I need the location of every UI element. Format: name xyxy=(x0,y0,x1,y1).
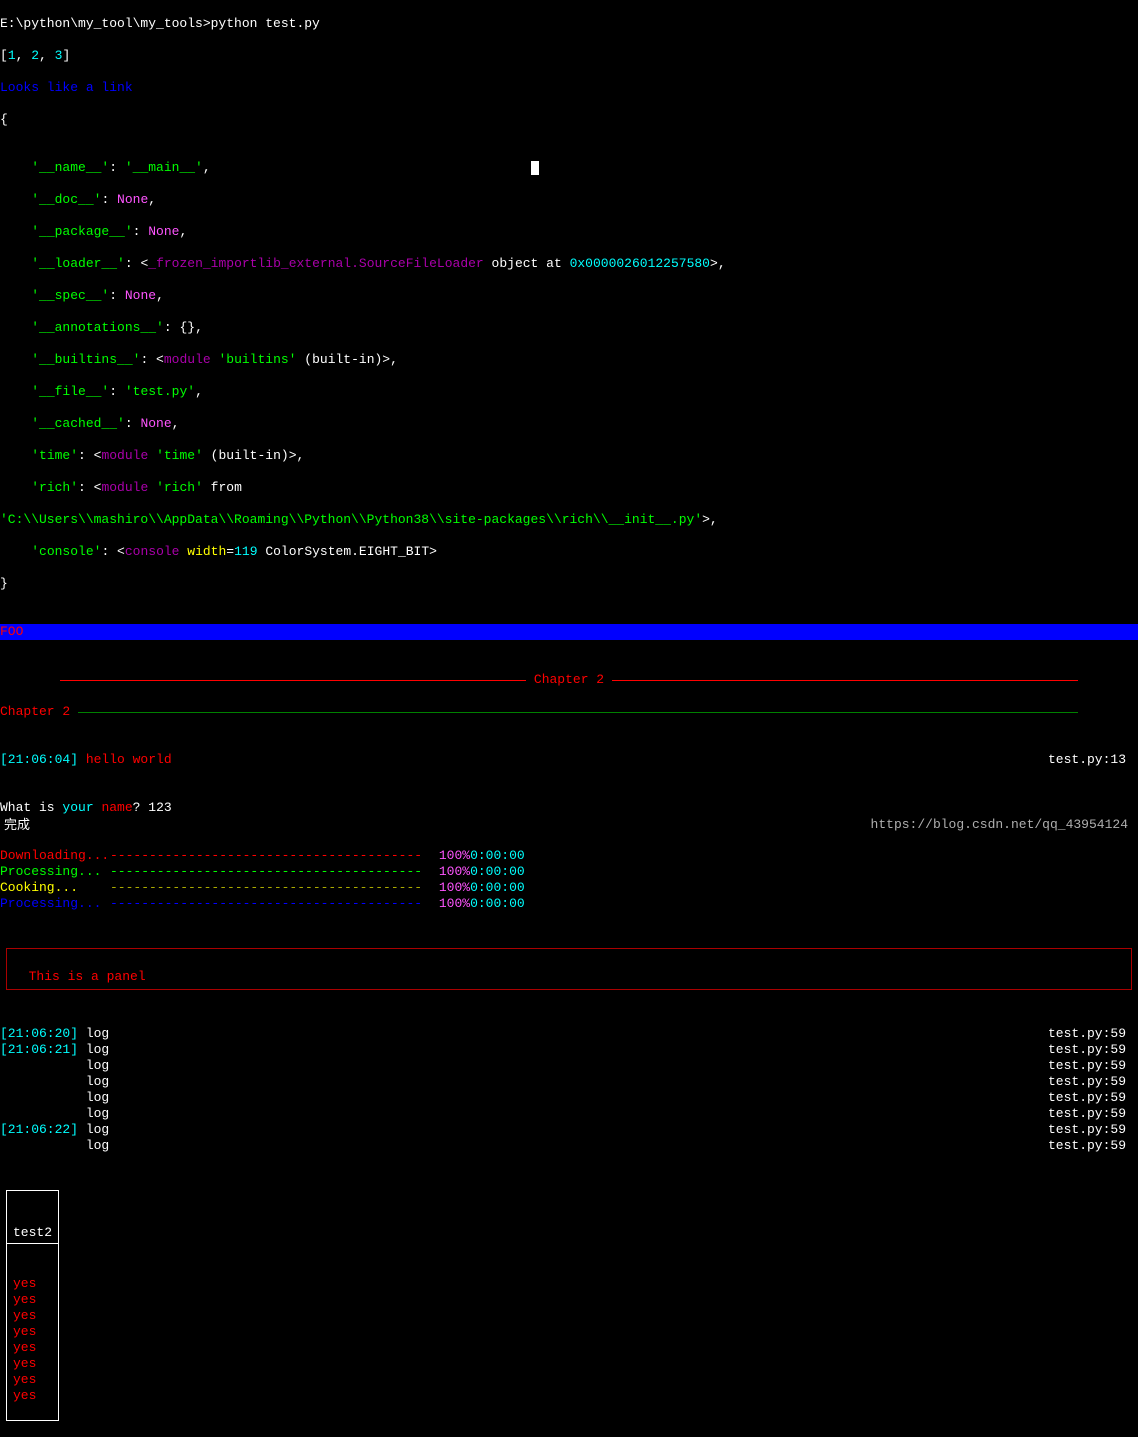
log-hello: [21:06:04] hello world test.py:13 xyxy=(0,752,1138,768)
rule-chapter-center: Chapter 2 xyxy=(0,672,1138,688)
log-msg: log xyxy=(86,1090,109,1105)
log-msg: log xyxy=(86,1106,109,1121)
dict-row-rich: 'rich': <module 'rich' from xyxy=(0,480,1138,496)
brace-open: { xyxy=(0,112,1138,128)
log-msg: log xyxy=(86,1058,109,1073)
log-src: test.py:59 xyxy=(1048,1106,1126,1122)
watermark: https://blog.csdn.net/qq_43954124 xyxy=(871,817,1128,833)
table-row: yes xyxy=(7,1340,58,1356)
rule-chapter-left: Chapter 2 xyxy=(0,704,1138,720)
log-src: test.py:59 xyxy=(1048,1074,1126,1090)
log-ts: [21:06:20] xyxy=(0,1026,78,1041)
progress-pct: 100% xyxy=(422,848,470,864)
log-row: [21:06:20] log test.py:59 xyxy=(0,1026,1138,1042)
log-row: log test.py:59 xyxy=(0,1090,1138,1106)
link-line: Looks like a link xyxy=(0,80,1138,96)
log-ts-pad xyxy=(0,1058,86,1073)
progress-block: Downloading... -------------------------… xyxy=(0,848,1138,912)
table-row: yes xyxy=(7,1388,58,1404)
log-block: [21:06:20] log test.py:59 [21:06:21] log te… xyxy=(0,1026,1138,1154)
log-msg: log xyxy=(86,1122,109,1137)
dict-row-name: '__name__': '__main__', xyxy=(0,160,1138,176)
dict-row-doc: '__doc__': None, xyxy=(0,192,1138,208)
dict-row-cached: '__cached__': None, xyxy=(0,416,1138,432)
progress-label: Downloading... xyxy=(0,848,110,864)
progress-label: Cooking... xyxy=(0,880,110,896)
log-src: test.py:59 xyxy=(1048,1090,1126,1106)
cursor-icon xyxy=(531,161,539,175)
log-row: log test.py:59 xyxy=(0,1138,1138,1154)
dict-row-rich-path: 'C:\\Users\\mashiro\\AppData\\Roaming\\P… xyxy=(0,512,1138,528)
progress-row: Downloading... -------------------------… xyxy=(0,848,1138,864)
log-row: log test.py:59 xyxy=(0,1058,1138,1074)
progress-time: 0:00:00 xyxy=(470,848,525,864)
brace-close: } xyxy=(0,576,1138,592)
table-row: yes xyxy=(7,1276,58,1292)
progress-row: Processing... --------------------------… xyxy=(0,864,1138,880)
dict-row-spec: '__spec__': None, xyxy=(0,288,1138,304)
progress-label: Processing... xyxy=(0,896,110,912)
prompt-question: What is your name? 123 xyxy=(0,800,1138,816)
log-src: test.py:59 xyxy=(1048,1058,1126,1074)
log-src: test.py:59 xyxy=(1048,1138,1126,1154)
log-row: log test.py:59 xyxy=(0,1074,1138,1090)
log-ts: [21:06:22] xyxy=(0,1122,78,1137)
log-ts: [21:06:21] xyxy=(0,1042,78,1057)
table-row: yes xyxy=(7,1356,58,1372)
log-msg: log xyxy=(86,1074,109,1089)
completed-text: 完成 xyxy=(4,817,30,833)
log-ts-pad xyxy=(0,1074,86,1089)
dict-row-loader: '__loader__': <_frozen_importlib_externa… xyxy=(0,256,1138,272)
prompt-line: E:\python\my_tool\my_tools>python test.p… xyxy=(0,16,1138,32)
log-msg: log xyxy=(86,1042,109,1057)
table-row: yes xyxy=(7,1308,58,1324)
list-literal: [1, 2, 3] xyxy=(0,48,1138,64)
log-ts-pad xyxy=(0,1090,86,1105)
panel: This is a panel xyxy=(6,948,1132,990)
progress-bar: ---------------------------------------- xyxy=(110,880,422,896)
progress-pct: 100% xyxy=(422,896,470,912)
table-row: yes xyxy=(7,1292,58,1308)
log-msg: log xyxy=(86,1026,109,1041)
log-src: test.py:59 xyxy=(1048,1122,1126,1138)
progress-bar: ---------------------------------------- xyxy=(110,896,422,912)
progress-pct: 100% xyxy=(422,864,470,880)
log-src: test.py:59 xyxy=(1048,1026,1126,1042)
dict-row-file: '__file__': 'test.py', xyxy=(0,384,1138,400)
dict-row-time: 'time': <module 'time' (built-in)>, xyxy=(0,448,1138,464)
log-msg: log xyxy=(86,1138,109,1153)
table-test2: test2 yesyesyesyesyesyesyesyes xyxy=(6,1190,59,1421)
progress-bar: ---------------------------------------- xyxy=(110,848,422,864)
dict-row-console: 'console': <console width=119 ColorSyste… xyxy=(0,544,1138,560)
table-header: test2 xyxy=(7,1223,58,1244)
progress-label: Processing... xyxy=(0,864,110,880)
progress-bar: ---------------------------------------- xyxy=(110,864,422,880)
progress-time: 0:00:00 xyxy=(470,896,525,912)
progress-time: 0:00:00 xyxy=(470,864,525,880)
dict-row-builtins: '__builtins__': <module 'builtins' (buil… xyxy=(0,352,1138,368)
log-ts-pad xyxy=(0,1138,86,1153)
progress-pct: 100% xyxy=(422,880,470,896)
table-row: yes xyxy=(7,1372,58,1388)
terminal[interactable]: E:\python\my_tool\my_tools>python test.p… xyxy=(0,0,1138,1437)
progress-row: Cooking... -----------------------------… xyxy=(0,880,1138,896)
progress-row: Processing... --------------------------… xyxy=(0,896,1138,912)
dict-row-annotations: '__annotations__': {}, xyxy=(0,320,1138,336)
panel-text: This is a panel xyxy=(29,969,146,984)
dict-row-package: '__package__': None, xyxy=(0,224,1138,240)
log-row: [21:06:22] log test.py:59 xyxy=(0,1122,1138,1138)
log-row: log test.py:59 xyxy=(0,1106,1138,1122)
progress-time: 0:00:00 xyxy=(470,880,525,896)
log-row: [21:06:21] log test.py:59 xyxy=(0,1042,1138,1058)
log-ts-pad xyxy=(0,1106,86,1121)
foo-banner: FOO xyxy=(0,624,1138,640)
log-src: test.py:59 xyxy=(1048,1042,1126,1058)
table-row: yes xyxy=(7,1324,58,1340)
